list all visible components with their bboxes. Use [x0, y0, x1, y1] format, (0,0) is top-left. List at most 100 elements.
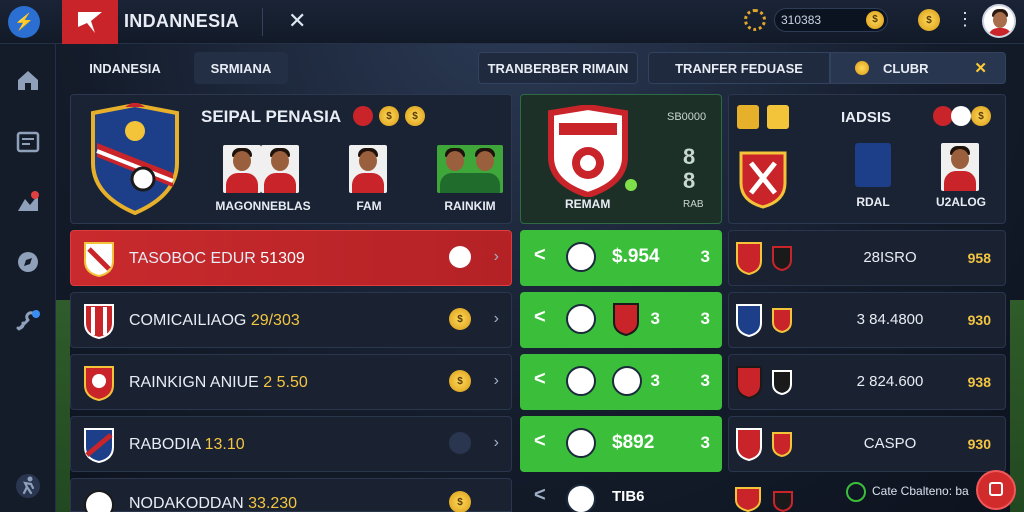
fixture-label: 2 824.600 [856, 373, 924, 390]
player-photo[interactable] [261, 145, 299, 193]
chevron-right-icon[interactable]: › [494, 434, 499, 452]
rivals-title: IADSIS [841, 109, 892, 126]
close-clubs-icon[interactable]: ✕ [974, 59, 987, 77]
club-crest-icon [855, 143, 891, 187]
chevron-left-icon[interactable]: < [534, 368, 546, 391]
rivals-panel: IADSIS $ RDAL U2ALOG [728, 94, 1006, 224]
tab-clubs[interactable]: CLUBR ✕ [830, 52, 1006, 84]
shop-floating-button[interactable] [976, 470, 1016, 510]
transfer-row[interactable]: < 3 3 [520, 292, 722, 348]
coin-icon [855, 61, 869, 75]
featured-sub: RAB [683, 199, 704, 210]
chevron-left-icon[interactable]: < [534, 306, 546, 329]
chat-status[interactable]: Cate Cbalteno: ba [846, 482, 969, 502]
fixture-label: CASPO [863, 435, 917, 452]
player-photo[interactable] [349, 145, 387, 193]
more-menu-icon[interactable]: ⋮ [956, 9, 974, 30]
fixture-row[interactable]: CASPO 930 [728, 416, 1006, 472]
featured-code: SB0000 [667, 111, 707, 123]
fixture-score: 938 [967, 374, 991, 390]
transfer-count: 3 [650, 309, 660, 328]
club-crest-icon [84, 366, 114, 401]
club-crest-icon [566, 484, 596, 512]
currency-value: 310383 [781, 13, 822, 27]
club-row[interactable]: RAINKIGN ANIUE 2 5.50 $ › [70, 354, 512, 410]
tab-srmiana[interactable]: SRMIANA [194, 52, 288, 84]
player-label: FAM [356, 199, 382, 213]
transfer-count: 3 [700, 309, 710, 328]
chevron-left-icon[interactable]: < [534, 244, 546, 267]
link-notification-icon[interactable] [12, 306, 44, 338]
squad-list-icon[interactable] [12, 126, 44, 158]
tab-transfer-feduase[interactable]: TRANFER FEDUASE [648, 52, 830, 84]
club-row-name: TASOBOC EDUR 51309 [129, 250, 305, 267]
fixture-row[interactable]: 28ISRO 958 [728, 230, 1006, 286]
tab-indanesia[interactable]: INDANESIA [70, 52, 180, 84]
transfer-row[interactable]: < $892 3 [520, 416, 722, 472]
rival-label: RDAL [856, 195, 890, 209]
home-icon[interactable] [12, 64, 44, 96]
fixture-score: 958 [967, 250, 991, 266]
sidebar [0, 44, 56, 512]
club-crest-icon [772, 246, 792, 271]
featured-club-panel[interactable]: SB0000 8 8 REMAM RAB [520, 94, 722, 224]
transfer-count: 3 [700, 371, 710, 390]
club-crest-icon [767, 105, 789, 129]
club-crest-icon [566, 304, 596, 334]
coin-icon: $ [971, 106, 991, 126]
chevron-right-icon[interactable]: › [494, 248, 499, 266]
gold-coin-button[interactable]: $ [918, 9, 940, 31]
transfer-row[interactable]: < TIB6 [520, 478, 722, 512]
club-row-name: COMICAILIAOG 29/303 [129, 312, 300, 329]
chevron-left-icon[interactable]: < [534, 430, 546, 453]
club-crest-icon [84, 242, 114, 277]
fixture-score: 930 [967, 436, 991, 452]
club-row[interactable]: NODAKODDAN 33.230 $ [70, 478, 512, 512]
chevron-right-icon[interactable]: › [494, 372, 499, 390]
club-row[interactable]: COMICAILIAOG 29/303 $ › [70, 292, 512, 348]
player-photo[interactable] [223, 145, 261, 193]
club-crest-icon [736, 428, 762, 461]
club-crest-icon [613, 303, 639, 336]
coin-icon: $ [449, 370, 471, 392]
fixture-row[interactable]: 3 84.4800 930 [728, 292, 1006, 348]
compass-icon[interactable] [12, 246, 44, 278]
brand-flag-icon[interactable] [62, 0, 118, 44]
club-row[interactable]: TASOBOC EDUR 51309 › [70, 230, 512, 286]
user-avatar[interactable] [982, 4, 1016, 38]
fixture-label: 28ISRO [863, 249, 917, 266]
club-badge-icon [933, 106, 953, 126]
chevron-left-icon[interactable]: < [534, 484, 546, 507]
tab-clubs-label: CLUBR [883, 60, 929, 76]
club-crest-icon [566, 428, 596, 458]
app-logo-icon[interactable]: ⚡ [8, 6, 40, 38]
coin-icon: $ [866, 11, 884, 29]
runner-icon[interactable] [12, 470, 44, 502]
fixture-label: 3 84.4800 [856, 311, 924, 328]
club-crest-icon [773, 491, 793, 512]
transfer-row[interactable]: < $.954 3 [520, 230, 722, 286]
brand-name: INDANNESIA [124, 11, 240, 31]
coin-icon: $ [449, 308, 471, 330]
top-bar: ⚡ INDANNESIA ✕ 310383 $ $ ⋮ [0, 0, 1024, 44]
club-crest-icon [737, 105, 759, 129]
club-crest-icon [84, 490, 114, 512]
shop-icon [989, 482, 1003, 496]
player-avatar-icon [566, 242, 596, 272]
close-button[interactable]: ✕ [288, 8, 306, 34]
fixture-row[interactable]: 2 824.600 938 [728, 354, 1006, 410]
settings-gear-icon[interactable] [744, 9, 766, 31]
club-row[interactable]: RABODIA 13.10 › [70, 416, 512, 472]
currency-display: 310383 $ [774, 8, 888, 32]
player-photo[interactable] [437, 145, 503, 193]
tab-transfer-remain[interactable]: TRANBERBER RIMAIN [478, 52, 638, 84]
player-photo[interactable] [941, 143, 979, 191]
transfer-price: $.954 [612, 246, 660, 267]
club-crest-icon [84, 304, 114, 339]
status-dot-icon [625, 179, 637, 191]
chevron-right-icon[interactable]: › [494, 310, 499, 328]
stats-chart-icon[interactable] [12, 186, 44, 218]
transfer-count: 3 [700, 247, 710, 266]
player-avatar-icon [449, 246, 471, 268]
transfer-row[interactable]: < 3 3 [520, 354, 722, 410]
